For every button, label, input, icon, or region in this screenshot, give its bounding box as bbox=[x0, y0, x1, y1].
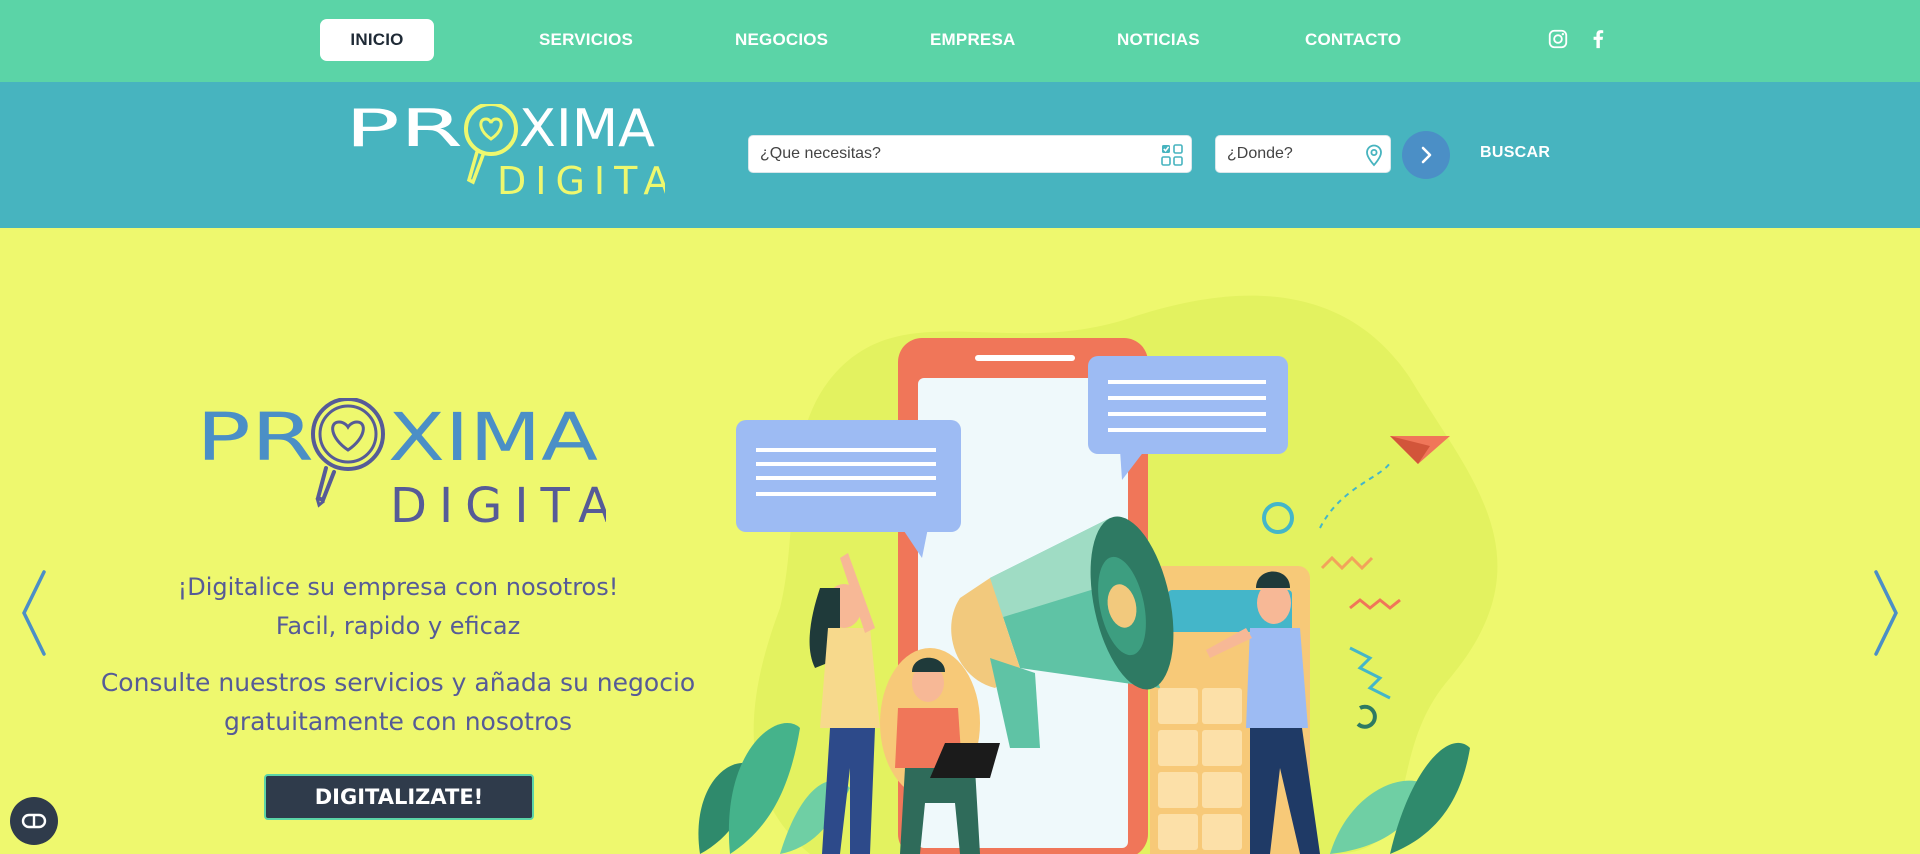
nav-item-empresa[interactable]: EMPRESA bbox=[930, 19, 1015, 61]
slider-next-button[interactable] bbox=[1866, 568, 1906, 658]
what-search-field[interactable] bbox=[748, 135, 1192, 173]
chevron-left-icon bbox=[22, 570, 46, 656]
search-go-button[interactable] bbox=[1402, 131, 1450, 179]
top-navigation: INICIO SERVICIOS NEGOCIOS EMPRESA NOTICI… bbox=[0, 0, 1920, 82]
instagram-icon[interactable] bbox=[1547, 27, 1569, 51]
hero-tagline-1: ¡Digitalice su empresa con nosotros! bbox=[177, 573, 619, 601]
magnifier-icon bbox=[464, 104, 518, 156]
hero-logo-xima: XIMA bbox=[388, 399, 598, 476]
accessibility-icon bbox=[21, 813, 47, 829]
hero-logo-pr: PR bbox=[196, 399, 314, 476]
header-logo-sub: DIGITAL bbox=[497, 159, 665, 200]
where-search-field[interactable] bbox=[1215, 135, 1391, 173]
chevron-right-icon bbox=[1874, 570, 1898, 656]
header-logo[interactable]: PR XIMA DIGITAL bbox=[345, 104, 665, 200]
facebook-icon[interactable] bbox=[1587, 27, 1609, 51]
hero-magnifier-icon bbox=[311, 398, 385, 471]
hero-body-2: gratuitamente con nosotros bbox=[223, 707, 573, 736]
location-pin-icon bbox=[1366, 144, 1382, 167]
nav-item-inicio[interactable]: INICIO bbox=[320, 19, 434, 61]
slider-prev-button[interactable] bbox=[14, 568, 54, 658]
marketing-illustration bbox=[698, 295, 1498, 854]
hero-slider: PR XIMA DIGITAL ¡Digitalice su empresa c… bbox=[0, 228, 1920, 854]
nav-item-noticias[interactable]: NOTICIAS bbox=[1117, 19, 1200, 61]
hero-body-1: Consulte nuestros servicios y añada su n… bbox=[100, 668, 696, 697]
chevron-right-icon bbox=[1421, 146, 1432, 164]
header-logo-pr: PR bbox=[345, 104, 463, 159]
categories-grid-icon[interactable] bbox=[1160, 143, 1184, 167]
nav-item-contacto[interactable]: CONTACTO bbox=[1305, 19, 1401, 61]
heart-icon bbox=[479, 117, 503, 141]
digitalizate-button[interactable]: DIGITALIZATE! bbox=[264, 774, 534, 820]
buscar-link[interactable]: BUSCAR bbox=[1480, 144, 1550, 162]
site-header: PR XIMA DIGITAL BUSCAR bbox=[0, 82, 1920, 228]
nav-item-negocios[interactable]: NEGOCIOS bbox=[735, 19, 828, 61]
accessibility-button[interactable] bbox=[10, 797, 58, 845]
hero-logo-sub: DIGITAL bbox=[390, 478, 606, 528]
hero-heart-icon bbox=[331, 420, 365, 452]
nav-item-servicios[interactable]: SERVICIOS bbox=[539, 19, 633, 61]
hero-logo: PR XIMA DIGITAL bbox=[196, 398, 606, 528]
what-search-input[interactable] bbox=[749, 136, 1191, 172]
hero-tagline-2: Facil, rapido y eficaz bbox=[275, 612, 521, 640]
header-logo-xima: XIMA bbox=[519, 104, 655, 159]
